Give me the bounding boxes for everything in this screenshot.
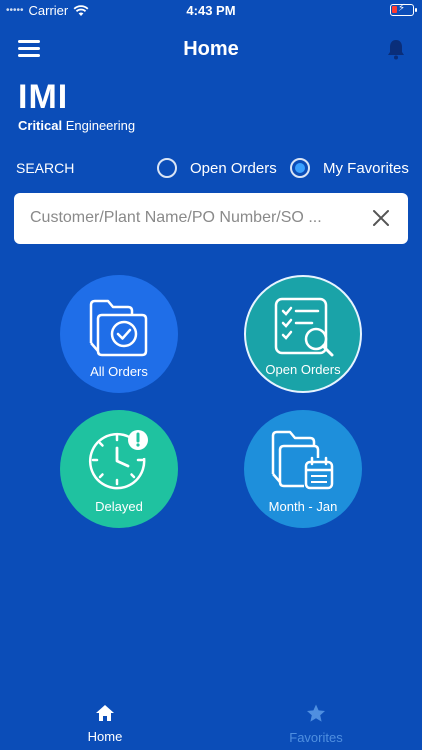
radio-open-orders-label[interactable]: Open Orders	[190, 160, 277, 177]
radio-my-favorites-label[interactable]: My Favorites	[323, 160, 409, 177]
logo-sub-bold: Critical	[18, 118, 63, 133]
status-bar: ••••• Carrier 4:43 PM ⚡	[0, 0, 422, 22]
search-mode-row: SEARCH Open Orders My Favorites	[0, 156, 422, 182]
logo-brand: IMI	[18, 78, 69, 116]
tab-favorites[interactable]: Favorites	[256, 704, 376, 745]
tab-home[interactable]: Home	[45, 704, 165, 744]
company-logo: IMI Critical Engineering	[18, 78, 135, 133]
clock-alert-icon	[88, 430, 148, 490]
folder-check-icon	[89, 299, 148, 357]
close-icon[interactable]	[372, 209, 390, 227]
radio-my-favorites[interactable]	[290, 158, 310, 178]
tile-month-jan[interactable]: Month - Jan	[244, 410, 362, 528]
tile-open-orders-label: Open Orders	[265, 362, 341, 377]
radio-open-orders[interactable]	[157, 158, 177, 178]
tile-delayed-label: Delayed	[95, 499, 143, 514]
logo-sub-rest: Engineering	[65, 118, 136, 133]
search-label: SEARCH	[16, 160, 75, 176]
tab-favorites-label: Favorites	[289, 730, 343, 745]
folder-calendar-icon	[271, 430, 334, 490]
tab-bar: Home Favorites	[0, 700, 422, 750]
tile-all-orders[interactable]: All Orders	[60, 275, 178, 393]
checklist-search-icon	[274, 297, 334, 357]
bell-icon[interactable]	[386, 38, 406, 60]
page-title: Home	[183, 38, 239, 60]
search-box	[14, 193, 408, 244]
tile-delayed[interactable]: Delayed	[60, 410, 178, 528]
star-icon	[307, 704, 325, 722]
status-time: 4:43 PM	[186, 3, 236, 18]
logo-subtitle: Critical Engineering	[18, 118, 135, 133]
search-input[interactable]	[30, 206, 360, 230]
tab-home-label: Home	[87, 729, 123, 744]
battery-icon: ⚡	[390, 3, 417, 16]
home-icon	[96, 705, 114, 721]
tile-all-orders-label: All Orders	[90, 364, 148, 379]
tile-open-orders[interactable]: Open Orders	[244, 275, 362, 393]
tile-month-jan-label: Month - Jan	[268, 499, 338, 514]
nav-bar: Home	[0, 30, 422, 70]
